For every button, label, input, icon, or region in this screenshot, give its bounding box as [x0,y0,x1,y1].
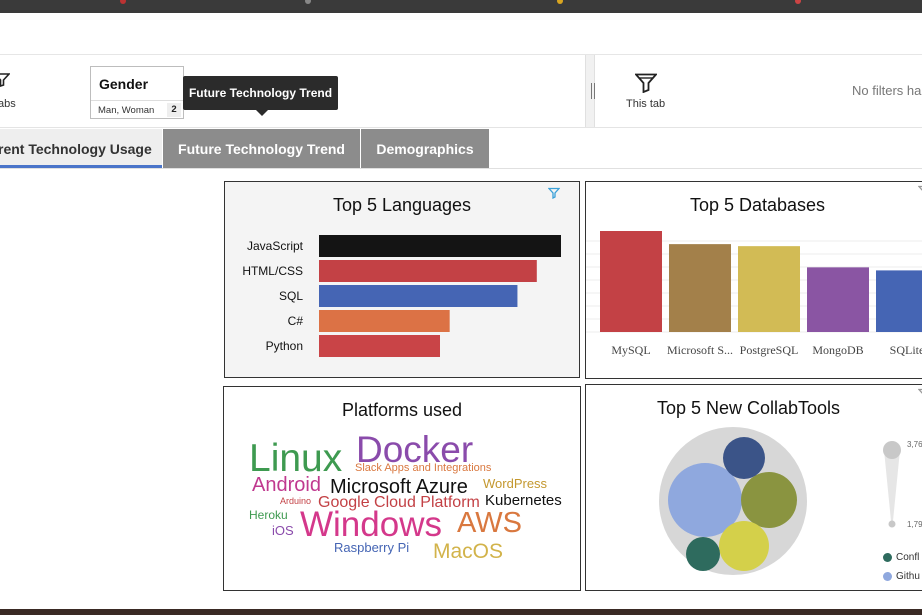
databases-chart: MySQL Microsoft S... PostgreSQL MongoDB SQLi… [586,231,922,357]
tab-current-technology-usage[interactable]: rent Technology Usage [0,129,162,168]
db-bar-label: MongoDB [812,343,863,357]
db-bar[interactable] [669,244,731,332]
word-android: Android [252,474,321,496]
splitter-grip-icon[interactable] [591,83,595,99]
platforms-card: Platforms used Linux Docker Slack Apps a… [223,386,581,591]
word-macos: MacOS [433,540,504,563]
tab-tooltip: Future Technology Trend [183,76,338,116]
lang-bar[interactable] [319,310,450,332]
extension-icon [557,0,563,4]
this-tab-filter-button[interactable]: This tab [622,70,668,114]
word-slack: Slack Apps and Integrations [355,462,492,474]
lang-bar-label: C# [288,314,304,328]
word-aws: AWS [457,507,522,539]
lang-bar-label: Python [266,339,303,353]
collab-tools-chart [659,427,807,575]
all-tabs-filter-icon[interactable] [0,73,10,87]
db-bar[interactable] [876,270,922,332]
db-bar[interactable] [807,267,869,332]
word-linux: Linux [249,437,343,480]
legend-label: Confl [896,552,920,563]
db-bar[interactable] [738,246,800,332]
taskbar-edge [0,609,922,615]
header-spacer [0,13,922,55]
dashboard-tabs: rent Technology Usage Future Technology … [0,129,922,169]
size-scale-max: 3,76 [907,440,922,449]
gender-filter-count: 2 [167,103,181,117]
lang-bar-label: JavaScript [247,239,304,253]
tab-demographics[interactable]: Demographics [361,129,489,168]
filter-bar: abs Gender Man, Woman 2 Future Technolog… [0,55,922,128]
word-kubernetes: Kubernetes [485,492,562,509]
db-bar[interactable] [600,231,662,332]
size-scale-wedge [884,450,900,526]
languages-chart: JavaScript HTML/CSS SQL C# Python [242,235,561,357]
size-scale-max-dot [883,441,901,459]
gender-filter-card[interactable]: Gender Man, Woman 2 [90,66,184,119]
toolbar-icon [305,0,311,4]
languages-card: Top 5 Languages JavaScript HTML/CSS SQL C# P… [224,181,580,378]
db-bar-label: SQLite [890,343,922,357]
word-windows: Windows [300,505,442,544]
lang-bar-label: SQL [279,289,303,303]
db-bar-label: Microsoft S... [667,343,733,357]
filter-icon [635,73,657,93]
lang-bar[interactable] [319,285,518,307]
word-ios: iOS [272,523,294,538]
collab-tools-card: Top 5 New CollabTools 3,76 1,79 Confl Gi… [585,384,922,591]
legend-label: Githu [896,571,920,582]
db-bar-label: MySQL [611,343,650,357]
databases-card: Top 5 Databases MySQL Microsoft S... Postg… [585,181,922,379]
lang-bar-label: HTML/CSS [242,264,303,278]
collab-bubble[interactable] [741,472,797,528]
collab-bubble[interactable] [686,537,720,571]
this-tab-label: This tab [626,98,666,110]
lang-bar[interactable] [319,235,561,257]
flag-icon [795,0,801,4]
tab-future-technology-trend[interactable]: Future Technology Trend [163,129,360,168]
collab-bubble[interactable] [719,521,769,571]
word-wordpress: WordPress [483,476,548,491]
db-bar-label: PostgreSQL [740,343,799,357]
size-scale-min-dot [888,520,896,528]
filter-panel-splitter[interactable] [585,55,595,127]
gender-filter-title: Gender [99,76,149,92]
all-tabs-label: abs [0,98,16,110]
no-filters-message: No filters ha [852,83,922,98]
gender-filter-value: Man, Woman [98,105,155,116]
size-scale-min: 1,79 [907,520,922,529]
platforms-wordcloud: Linux Docker Slack Apps and Integrations… [224,387,580,590]
word-raspberry-pi: Raspberry Pi [334,540,410,555]
browser-top-bar [0,0,922,13]
lang-bar[interactable] [319,335,440,357]
tab-favicon [120,0,126,4]
lang-bar[interactable] [319,260,537,282]
collab-bubble[interactable] [723,437,765,479]
legend-swatch [883,572,892,581]
word-heroku: Heroku [249,508,288,522]
legend-swatch [883,553,892,562]
size-scale-legend [883,441,901,528]
gender-filter-value-row[interactable]: Man, Woman 2 [91,100,183,120]
